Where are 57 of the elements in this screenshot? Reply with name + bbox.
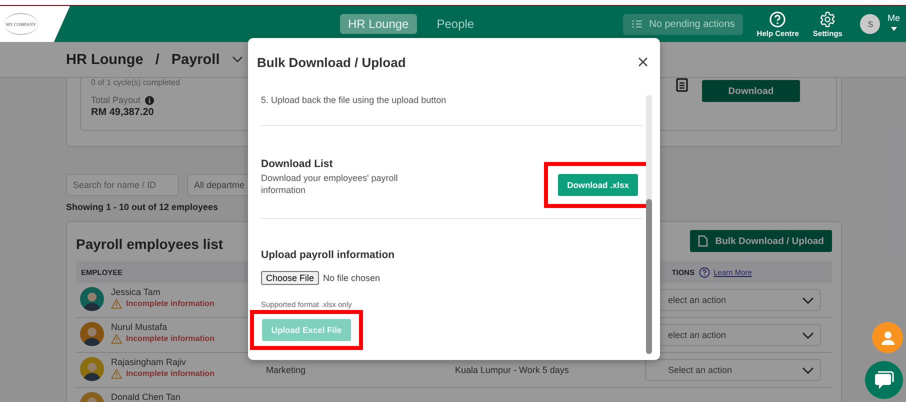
chat-button[interactable] xyxy=(865,361,903,399)
instruction-step: 5. Upload back the file using the upload button xyxy=(261,95,642,126)
employee-name[interactable]: Donald Chen Tan xyxy=(111,392,180,402)
warning-icon xyxy=(111,369,122,379)
pending-actions-button[interactable]: No pending actions xyxy=(623,14,743,34)
gear-icon xyxy=(819,10,836,28)
chevron-down-icon xyxy=(802,366,814,374)
result-count: Showing 1 - 10 out of 12 employees xyxy=(66,202,220,212)
table-cell-text: Kuala Lumpur - Work 5 days xyxy=(455,365,570,375)
download-button[interactable]: Download xyxy=(702,80,800,102)
chevron-down-icon[interactable] xyxy=(232,56,243,63)
nav-tab[interactable]: People xyxy=(428,14,482,34)
help-icon xyxy=(769,10,786,28)
caret-icon xyxy=(890,27,897,31)
list-title: Payroll employees list xyxy=(76,235,224,252)
bulk-download-upload-button[interactable]: Bulk Download / Upload xyxy=(690,230,832,252)
avatar-icon xyxy=(80,287,104,311)
avatar-icon xyxy=(80,322,104,346)
search-field[interactable]: Search for name / ID xyxy=(66,174,179,196)
total-payout-label: Total Payout xyxy=(91,95,141,105)
total-payout-value: RM 49,387.20 xyxy=(91,107,155,118)
chevron-down-icon xyxy=(802,296,814,304)
breadcrumb-page: Payroll xyxy=(171,52,220,68)
employee-name[interactable]: Rajasingham Rajiv xyxy=(111,357,214,367)
warning-text: Incomplete information xyxy=(126,334,214,344)
checklist-icon xyxy=(631,19,644,29)
chat-icon xyxy=(874,370,894,390)
avatar-icon xyxy=(80,357,104,381)
warning-text: Incomplete information xyxy=(126,299,214,309)
user-avatar[interactable]: S xyxy=(860,14,880,34)
help-icon xyxy=(698,266,710,278)
file-status: No file chosen xyxy=(323,273,380,283)
nav-tab[interactable]: HR Lounge xyxy=(340,14,417,34)
warning-icon xyxy=(111,299,122,309)
document-icon xyxy=(676,78,688,92)
breadcrumb-separator: / xyxy=(155,52,160,68)
warning-text: Incomplete information xyxy=(126,369,214,379)
employee-name[interactable]: Jessica Tam xyxy=(111,287,214,297)
info-icon xyxy=(144,96,154,104)
file-icon xyxy=(698,235,708,247)
contact-button[interactable] xyxy=(872,322,903,353)
close-button[interactable] xyxy=(636,55,650,69)
download-xlsx-button[interactable]: Download .xlsx xyxy=(558,174,638,196)
user-menu[interactable]: Me xyxy=(887,13,900,31)
employee-name[interactable]: Nurul Mustafa xyxy=(111,322,214,332)
cycle-count-text: 0 of 1 cycle(s) completed xyxy=(91,78,180,87)
warning-icon xyxy=(111,334,122,344)
breadcrumb-section[interactable]: HR Lounge xyxy=(66,52,144,68)
chevron-down-icon xyxy=(802,332,814,338)
section-heading: Upload payroll information xyxy=(261,249,395,261)
close-icon xyxy=(638,57,648,67)
section-heading: Download List xyxy=(261,158,334,170)
person-icon xyxy=(880,330,896,346)
modal-title: Bulk Download / Upload xyxy=(257,54,406,70)
action-select[interactable]: Select an action xyxy=(645,359,821,381)
section-description: Download your employees' payroll information xyxy=(261,172,399,196)
table-cell-text: Marketing xyxy=(266,365,307,375)
